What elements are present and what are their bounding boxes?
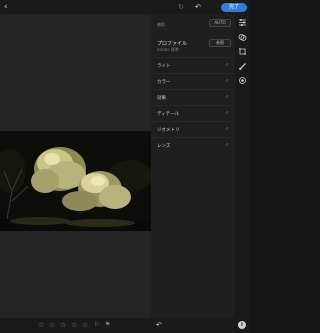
reject-flag-icon[interactable]: ⚑ (105, 321, 110, 329)
chevron-left-icon: ‹ (226, 61, 229, 68)
chevron-left-icon: ‹ (226, 93, 229, 100)
sliders-icon[interactable] (238, 18, 247, 27)
section-label: 補助 (157, 22, 165, 27)
profile-subtitle: Adobe 標準 (157, 47, 179, 52)
section-geometry[interactable]: ジオメトリ ‹ (151, 121, 235, 137)
presets-icon[interactable] (238, 33, 247, 42)
auto-button[interactable]: AUTO (209, 19, 231, 27)
star-icon-4[interactable]: ☆ (71, 321, 77, 329)
cherry-blossom-photo (0, 131, 151, 231)
star-icon-2[interactable]: ☆ (49, 321, 55, 329)
done-button[interactable]: 完了 (221, 3, 247, 12)
bottom-toolbar: ☆ ☆ ☆ ☆ ☆ ⚐ ⚑ ↶ i (0, 318, 250, 333)
info-icon[interactable]: i (238, 321, 246, 329)
section-detail[interactable]: ディテール ‹ (151, 105, 235, 121)
chevron-left-icon: ‹ (226, 125, 229, 132)
photo-canvas (0, 14, 151, 318)
adjust-panel: 補助 AUTO プロファイル Adobe 標準 参照 ライト ‹ カラー ‹ 効… (151, 14, 235, 318)
chevron-left-icon: ‹ (226, 77, 229, 84)
section-color[interactable]: カラー ‹ (151, 73, 235, 89)
top-toolbar: ‹ ↻ ↶ 完了 (0, 0, 250, 14)
crop-icon[interactable] (238, 47, 247, 56)
section-detail-label: ディテール (157, 112, 180, 117)
undo-icon[interactable]: ↶ (195, 3, 201, 11)
section-light[interactable]: ライト ‹ (151, 57, 235, 73)
tool-strip (235, 14, 250, 318)
photo-preview[interactable] (0, 131, 151, 231)
reset-icon[interactable]: ↶ (156, 321, 162, 329)
profile-title: プロファイル (157, 41, 188, 47)
back-icon[interactable]: ‹ (4, 2, 8, 12)
chevron-left-icon: ‹ (226, 109, 229, 116)
browse-profile-button[interactable]: 参照 (209, 39, 231, 47)
chevron-left-icon: ‹ (226, 141, 229, 148)
pick-flag-icon[interactable]: ⚐ (94, 321, 99, 329)
section-lens[interactable]: レンズ ‹ (151, 137, 235, 153)
star-icon-1[interactable]: ☆ (38, 321, 44, 329)
section-effects-label: 効果 (157, 96, 166, 101)
section-effects[interactable]: 効果 ‹ (151, 89, 235, 105)
section-lens-label: レンズ (157, 144, 171, 149)
section-geometry-label: ジオメトリ (157, 128, 180, 133)
brush-icon[interactable] (238, 62, 247, 71)
star-icon-5[interactable]: ☆ (82, 321, 88, 329)
redo-icon[interactable]: ↻ (178, 3, 184, 11)
section-light-label: ライト (157, 64, 171, 69)
star-icon-3[interactable]: ☆ (60, 321, 66, 329)
section-color-label: カラー (157, 80, 171, 85)
healing-icon[interactable] (238, 76, 247, 85)
